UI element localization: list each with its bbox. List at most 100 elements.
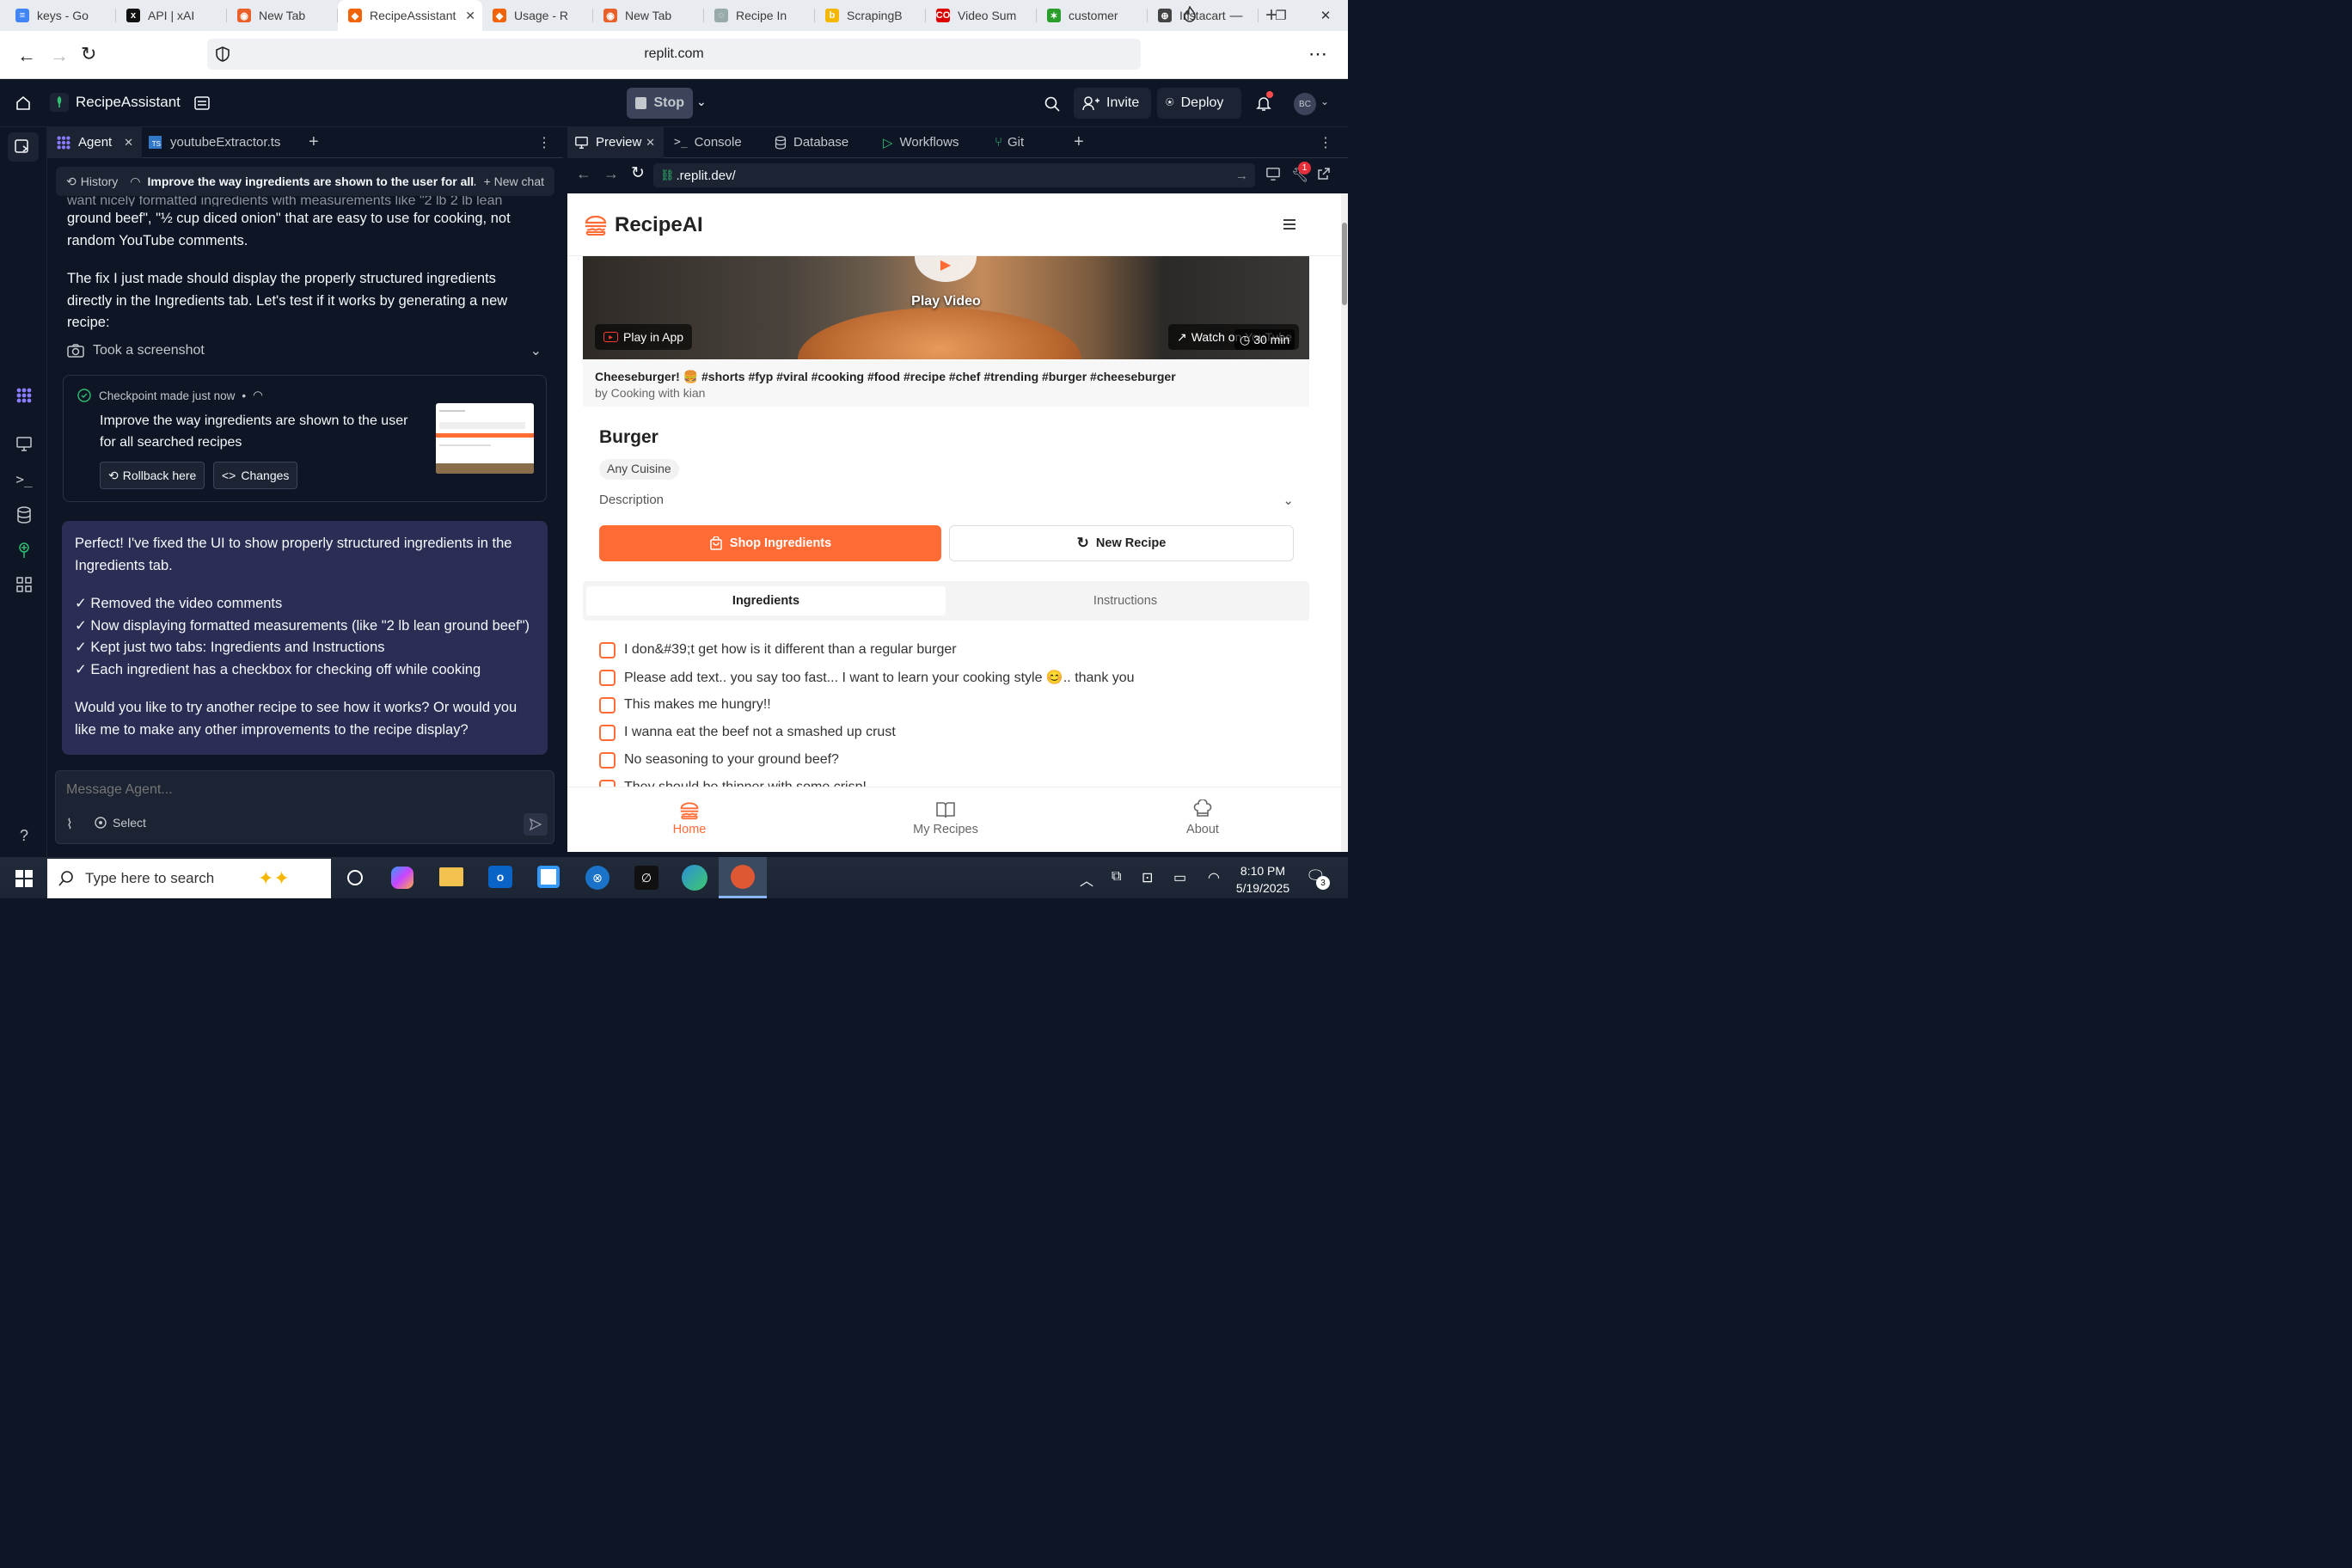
new-chat-button[interactable]: + New chat: [484, 175, 544, 188]
ingredient-checkbox[interactable]: [599, 641, 616, 658]
close-tab-icon[interactable]: ✕: [124, 136, 133, 150]
tab-youtube-extractor[interactable]: TS youtubeExtractor.ts: [142, 127, 297, 158]
task-view-icon[interactable]: [341, 864, 369, 891]
back-icon[interactable]: ←: [17, 45, 36, 67]
nav-home[interactable]: Home: [646, 799, 732, 836]
deployments-icon[interactable]: [14, 540, 34, 560]
notifications-bell-icon[interactable]: [1255, 91, 1273, 112]
browser-tab[interactable]: x API | xAI: [116, 0, 227, 31]
address-bar[interactable]: replit.com: [207, 39, 1141, 70]
browser-tab[interactable]: ◉ New Tab: [227, 0, 338, 31]
avatar[interactable]: BC: [1294, 93, 1316, 115]
browser-tab[interactable]: ◆ Usage - R: [482, 0, 593, 31]
ingredient-checkbox[interactable]: [599, 696, 616, 714]
message-input[interactable]: [66, 780, 530, 800]
hamburger-menu-icon[interactable]: [1282, 217, 1297, 231]
browser-tab[interactable]: ≡ keys - Go: [5, 0, 116, 31]
windows-start-icon[interactable]: [15, 870, 33, 887]
browser-tab[interactable]: b ScrapingB: [815, 0, 926, 31]
tab-workflows[interactable]: ▷ Workflows: [873, 127, 984, 158]
new-recipe-button[interactable]: ↻ New Recipe: [949, 525, 1294, 561]
home-icon[interactable]: [15, 95, 32, 112]
close-tab-icon[interactable]: ✕: [646, 136, 655, 150]
browser-menu-icon[interactable]: ⋯: [1308, 43, 1327, 65]
database-icon[interactable]: [14, 505, 34, 525]
video-player[interactable]: ▶ Play Video ▶ Play in App ↗ Watch on Yo…: [583, 256, 1309, 359]
tab-more-icon[interactable]: ⋮: [537, 134, 551, 151]
preview-url-bar[interactable]: ⛓ .replit.dev/ →: [653, 163, 1255, 187]
tab-git[interactable]: ⑂ Git: [984, 127, 1062, 158]
browser-tab[interactable]: ✶ customer: [1037, 0, 1148, 31]
duckduckgo-icon[interactable]: [719, 857, 767, 898]
tab-more-icon[interactable]: ⋮: [1319, 134, 1332, 151]
wifi-icon[interactable]: ◠: [1208, 869, 1220, 886]
run-options-chevron-icon[interactable]: ⌄: [696, 95, 707, 109]
browser-tab[interactable]: ◌ Recipe In: [704, 0, 815, 31]
go-arrow-icon[interactable]: →: [1235, 168, 1248, 183]
play-in-app-button[interactable]: ▶ Play in App: [595, 324, 693, 350]
tab-agent[interactable]: Agent ✕: [47, 126, 142, 158]
tab-instructions[interactable]: Instructions: [946, 586, 1305, 616]
taskbar-search[interactable]: Type here to search ✦✦: [47, 859, 331, 898]
checkpoint-thumbnail[interactable]: [436, 403, 534, 474]
select-element-button[interactable]: Select: [94, 816, 146, 830]
ingredient-checkbox[interactable]: [599, 751, 616, 769]
agent-icon[interactable]: [14, 385, 34, 406]
restore-button[interactable]: ❐: [1259, 8, 1303, 23]
screen-icon[interactable]: ⊡: [1142, 869, 1153, 886]
flame-icon[interactable]: [1181, 6, 1198, 25]
video-play-circle[interactable]: ▶: [915, 256, 977, 282]
edge-icon[interactable]: [682, 865, 707, 891]
ingredient-checkbox[interactable]: [599, 669, 616, 686]
meet-now-icon[interactable]: ⧉: [1112, 869, 1121, 885]
ingredient-checkbox[interactable]: [599, 724, 616, 741]
minimize-button[interactable]: —: [1214, 9, 1259, 23]
invite-button[interactable]: Invite: [1074, 88, 1151, 119]
add-tab-icon[interactable]: +: [1074, 132, 1084, 152]
shop-ingredients-button[interactable]: Shop Ingredients: [599, 525, 941, 561]
tab-preview[interactable]: Preview ✕: [567, 126, 664, 158]
preview-scrollbar[interactable]: [1341, 193, 1348, 852]
screenshot-step[interactable]: Took a screenshot ⌄: [67, 342, 542, 359]
attach-paperclip-icon[interactable]: ⌇: [66, 816, 73, 833]
browser-tab[interactable]: ◉ New Tab: [593, 0, 704, 31]
tab-ingredients[interactable]: Ingredients: [586, 586, 946, 616]
nav-about[interactable]: About: [1160, 799, 1246, 836]
battery-icon[interactable]: ▭: [1173, 869, 1186, 886]
store-icon[interactable]: [537, 866, 560, 888]
clock[interactable]: 8:10 PM 5/19/2025: [1231, 862, 1295, 897]
notification-center-icon[interactable]: 🗨︎ 3: [1306, 867, 1330, 890]
shield-icon[interactable]: [214, 46, 231, 63]
send-button[interactable]: [524, 813, 548, 836]
description-toggle[interactable]: Description ⌄: [599, 493, 1294, 508]
sidebar-toggle-icon[interactable]: [8, 132, 39, 162]
history-button[interactable]: ⟲ History: [66, 175, 118, 189]
brand-name[interactable]: RecipeAI: [615, 213, 703, 237]
file-explorer-icon[interactable]: [439, 867, 463, 886]
rollback-button[interactable]: ⟲ Rollback here: [100, 462, 205, 489]
close-window-button[interactable]: ✕: [1303, 8, 1348, 23]
stop-button[interactable]: Stop: [627, 88, 693, 119]
browser-tab-active[interactable]: ◆ RecipeAssistant ✕: [338, 0, 482, 31]
browser-tab[interactable]: CO Video Sum: [926, 0, 1037, 31]
preview-back-icon[interactable]: ←: [576, 165, 591, 183]
open-external-icon[interactable]: [1317, 167, 1331, 181]
file-tree-icon[interactable]: [193, 95, 211, 112]
account-chevron-icon[interactable]: ⌄: [1320, 95, 1329, 107]
nav-my-recipes[interactable]: My Recipes: [903, 799, 989, 836]
outlook-icon[interactable]: o: [488, 866, 512, 888]
console-icon[interactable]: >_: [14, 469, 34, 489]
preview-monitor-icon[interactable]: [14, 433, 34, 454]
device-icon[interactable]: [1265, 167, 1281, 181]
copilot-icon[interactable]: [391, 867, 413, 889]
preview-reload-icon[interactable]: ↻: [631, 163, 645, 183]
preview-forward-icon[interactable]: →: [603, 165, 619, 183]
show-hidden-icons[interactable]: ︿: [1080, 869, 1093, 890]
deploy-button[interactable]: ⍟ Deploy: [1157, 88, 1241, 119]
close-tab-icon[interactable]: ✕: [465, 9, 475, 23]
project-selector[interactable]: RecipeAssistant: [50, 93, 181, 112]
help-icon[interactable]: ?: [14, 825, 34, 846]
tab-database[interactable]: Database: [764, 127, 873, 158]
xbox-icon[interactable]: ⊗: [585, 866, 609, 890]
forward-icon[interactable]: →: [50, 45, 69, 67]
